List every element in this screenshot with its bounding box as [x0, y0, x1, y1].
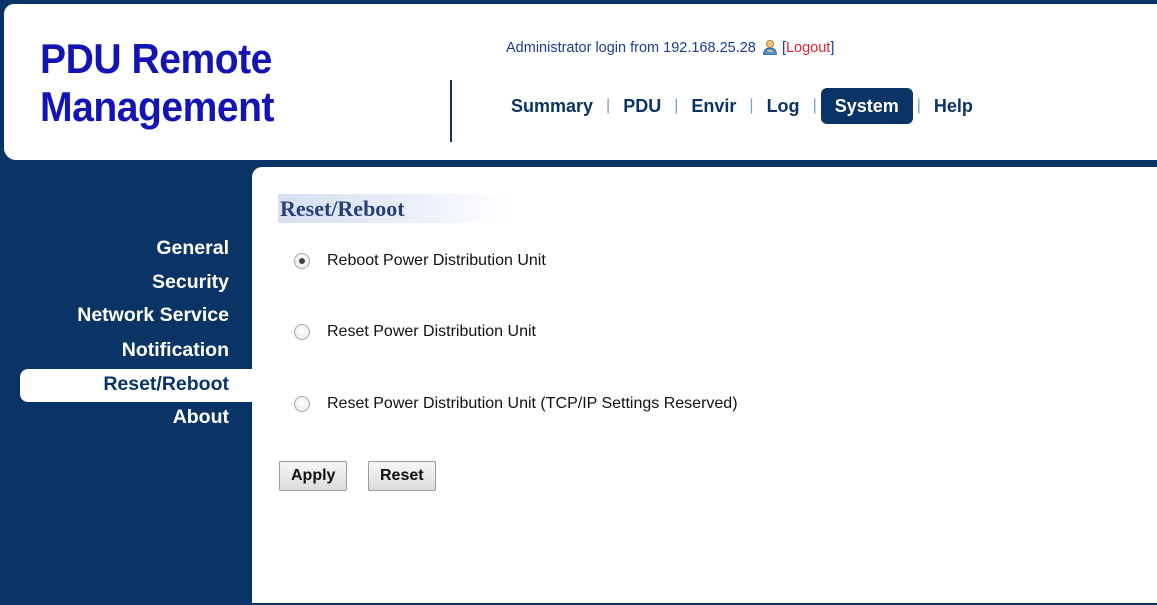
sidebar-item-notification[interactable]: Notification [122, 339, 229, 362]
sidebar-item-network-service[interactable]: Network Service [77, 304, 229, 327]
option-reset-keep-tcpip-label: Reset Power Distribution Unit (TCP/IP Se… [327, 395, 738, 412]
nav-separator: | [812, 97, 817, 114]
main-content: Reset/Reboot Reboot Power Distribution U… [252, 167, 1157, 603]
nav-separator: | [749, 97, 754, 114]
header: PDU Remote Management Administrator logi… [4, 4, 1157, 160]
sidebar-item-security[interactable]: Security [152, 271, 229, 294]
tab-envir[interactable]: Envir [680, 96, 747, 117]
logo-line-1: PDU Remote [40, 35, 272, 82]
tab-help[interactable]: Help [923, 96, 984, 117]
logout-bracket-close: ] [830, 40, 835, 56]
option-reboot[interactable]: Reboot Power Distribution Unit [294, 249, 546, 273]
section-title-text: Reset/Reboot [280, 196, 405, 221]
top-navigation: Summary | PDU | Envir | Log | System | H… [500, 86, 984, 126]
nav-separator: | [916, 97, 921, 114]
app-frame: PDU Remote Management Administrator logi… [0, 0, 1157, 605]
app-logo: PDU Remote Management [40, 35, 275, 131]
login-status: Administrator login from 192.168.25.28 [… [506, 39, 834, 56]
sidebar: General Security Network Service Notific… [0, 160, 252, 605]
option-reset-keep-tcpip[interactable]: Reset Power Distribution Unit (TCP/IP Se… [294, 392, 738, 416]
nav-separator: | [674, 97, 679, 114]
tab-log[interactable]: Log [756, 96, 811, 117]
radio-reboot[interactable] [294, 253, 310, 269]
reset-button[interactable]: Reset [368, 461, 436, 491]
option-reboot-label: Reboot Power Distribution Unit [327, 252, 546, 269]
radio-reset-keep-tcpip[interactable] [294, 396, 310, 412]
sidebar-item-about[interactable]: About [173, 406, 229, 429]
sidebar-item-reset-reboot[interactable]: Reset/Reboot [103, 373, 229, 396]
apply-button[interactable]: Apply [279, 461, 348, 491]
sidebar-item-general[interactable]: General [156, 237, 229, 260]
tab-system[interactable]: System [820, 88, 913, 124]
tab-pdu[interactable]: PDU [612, 96, 672, 117]
logout-link[interactable]: Logout [786, 40, 830, 56]
logo-line-2: Management [40, 83, 275, 130]
section-title: Reset/Reboot [278, 194, 510, 223]
tab-summary[interactable]: Summary [500, 96, 604, 117]
header-divider [450, 80, 452, 142]
radio-reset[interactable] [294, 324, 310, 340]
option-reset-label: Reset Power Distribution Unit [327, 323, 536, 340]
nav-separator: | [606, 97, 611, 114]
user-icon [762, 39, 778, 55]
option-reset[interactable]: Reset Power Distribution Unit [294, 320, 536, 344]
login-text: Administrator login from 192.168.25.28 [506, 40, 756, 56]
